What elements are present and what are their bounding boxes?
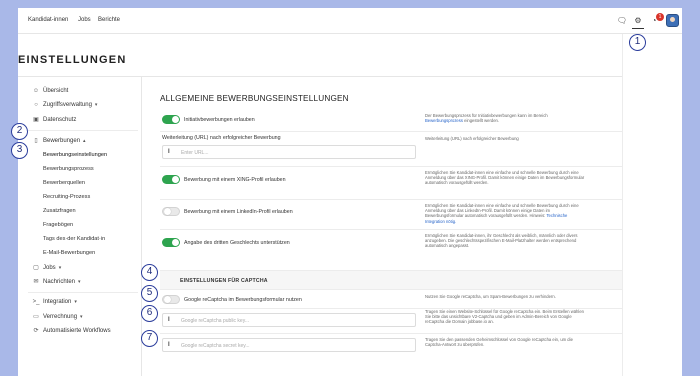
secret-key-help-text: Tragen Sie den passenden Geheimschlüssel… [425,337,573,348]
initiative-applications-toggle[interactable] [162,115,180,124]
text-cursor-icon: I [168,149,170,155]
sidebar-subitem-applicant-sources[interactable]: Bewerberquellen [43,180,85,186]
captcha-section-title: EINSTELLUNGEN FÜR CAPTCHA [180,278,268,284]
sidebar-item-label: Nachrichten [43,278,76,285]
callout-marker: 7 [141,330,158,347]
top-navigation-bar: Kandidat-innen Jobs Berichte 🗨 ⚙ ◔ 1 [18,8,682,34]
chevron-down-icon: ▾ [74,299,77,305]
callout-marker: 2 [11,123,28,140]
settings-sidebar: ☺ Übersicht ○ Zugriffsverwaltung ▾ ▣ Dat… [18,77,142,376]
sidebar-item-label: Integration [43,299,72,305]
recaptcha-public-key-input[interactable]: I Google reCaptcha public key... [162,313,416,327]
chevron-down-icon: ▾ [94,102,98,108]
divider [160,131,622,132]
user-icon: ○ [34,102,38,108]
divider [160,333,622,334]
sidebar-subitem-application-settings[interactable]: Bewerbungseinstellungen [43,152,107,158]
xing-profile-toggle[interactable] [162,175,180,184]
input-placeholder: Google reCaptcha secret key... [181,343,250,349]
sidebar-item-workflows[interactable]: ⟳ Automatisierte Workflows [32,327,111,335]
option-label: Google reCaptcha im Bewerbungsformular n… [184,297,302,303]
callout-marker: 4 [141,264,158,281]
callout-marker: 6 [141,305,158,322]
notification-badge: 1 [656,13,664,21]
divider [160,166,622,167]
public-key-help-text: Tragen Sie einen Website-Schlüssel für G… [425,309,584,325]
settings-gear-icon[interactable]: ⚙ [632,15,644,29]
application-process-link[interactable]: Bewerbungsprozess [425,118,463,123]
sidebar-item-jobs[interactable]: ▢ Jobs ▾ [32,264,62,272]
linkedin-profile-toggle[interactable] [162,207,180,216]
chevron-up-icon: ▴ [83,137,86,144]
option-help-text: Ermöglichen Sie Kandidat-innen eine einf… [425,203,579,224]
nav-reports[interactable]: Berichte [98,17,120,23]
sidebar-item-integration[interactable]: >_ Integration ▾ [32,299,77,305]
terminal-icon: >_ [32,299,40,305]
redirect-url-input[interactable]: I Enter URL... [162,145,416,159]
sidebar-item-label: Jobs [43,264,56,271]
callout-marker: 3 [11,142,28,159]
app-window: Kandidat-innen Jobs Berichte 🗨 ⚙ ◔ 1 EIN… [18,8,682,376]
document-icon: ▯ [34,138,38,144]
option-label: Initiativbewerbungen erlauben [184,117,255,123]
chevron-down-icon: ▾ [78,278,81,285]
smile-icon: ☺ [32,88,40,94]
option-label: Angabe des dritten Geschlechts unterstüt… [184,240,290,246]
option-help-text: Der Bewerbungsprozess für Initiativbewer… [425,113,548,124]
user-avatar[interactable] [666,14,679,27]
mail-icon: ✉ [33,279,39,285]
recaptcha-toggle[interactable] [162,295,180,304]
page-title: EINSTELLUNGEN [18,54,127,66]
sidebar-item-billing[interactable]: ▭ Verrechnung ▾ [32,313,83,321]
input-placeholder: Enter URL... [181,150,209,156]
sidebar-item-label: Zugriffsverwaltung [43,102,92,108]
divider [160,199,622,200]
briefcase-icon: ▢ [33,265,39,271]
sidebar-item-applications[interactable]: ▯ Bewerbungen ▴ [32,137,86,145]
chat-icon[interactable]: 🗨 [616,15,628,27]
sidebar-item-overview[interactable]: ☺ Übersicht [32,88,68,94]
sidebar-item-access[interactable]: ○ Zugriffsverwaltung ▾ [32,102,97,108]
option-label: Bewerbung mit einem XING-Profil erlauben [184,177,286,183]
redirect-url-label: Weiterleitung (URL) nach erfolgreicher B… [162,135,281,141]
divider [160,229,622,230]
credit-card-icon: ▭ [33,314,39,320]
sidebar-item-label: Datenschutz [43,116,77,123]
nav-candidates[interactable]: Kandidat-innen [28,17,68,23]
sidebar-item-messages[interactable]: ✉ Nachrichten ▾ [32,278,81,286]
sidebar-subitem-additional-questions[interactable]: Zusatzfragen [43,208,76,214]
recaptcha-help-text: Nutzen Sie Google reCaptcha, um Spam-Bew… [425,294,556,299]
sidebar-item-label: Übersicht [43,88,69,94]
text-cursor-icon: I [168,317,170,323]
sidebar-item-label: Automatisierte Workflows [43,327,111,334]
sidebar-item-label: Verrechnung [43,313,78,320]
input-placeholder: Google reCaptcha public key... [181,318,250,324]
divider [622,34,623,376]
nav-jobs[interactable]: Jobs [78,17,91,23]
recaptcha-secret-key-input[interactable]: I Google reCaptcha secret key... [162,338,416,352]
sidebar-subitem-recruiting-process[interactable]: Recruiting-Prozess [43,194,90,200]
chevron-down-icon: ▾ [80,313,83,320]
redirect-url-help: Weiterleitung (URL) nach erfolgreicher B… [425,136,519,141]
sidebar-subitem-application-process[interactable]: Bewerbungsprozess [43,166,94,172]
option-help-text: Ermöglichen Sie Kandidat-innen, ihr Gesc… [425,233,578,249]
sidebar-item-privacy[interactable]: ▣ Datenschutz [32,116,77,124]
callout-marker: 5 [141,285,158,302]
sidebar-subitem-questionnaires[interactable]: Fragebögen [43,222,73,228]
sidebar-subitem-candidate-tags[interactable]: Tags des·der Kandidat·in [43,236,105,242]
workflow-icon: ⟳ [33,328,39,334]
section-heading: ALLGEMEINE BEWERBUNGSEINSTELLUNGEN [160,94,349,103]
divider [28,130,138,131]
option-label: Bewerbung mit einem LinkedIn-Profil erla… [184,209,293,215]
divider [28,292,138,293]
sidebar-item-label: Bewerbungen [43,137,81,144]
sidebar-subitem-email-applications[interactable]: E-Mail-Bewerbungen [43,250,95,256]
option-help-text: Ermöglichen Sie Kandidat-innen eine einf… [425,170,585,186]
shield-icon: ▣ [33,117,39,123]
third-gender-toggle[interactable] [162,238,180,247]
callout-marker: 1 [629,34,646,51]
chevron-down-icon: ▾ [58,264,62,271]
text-cursor-icon: I [168,342,170,348]
